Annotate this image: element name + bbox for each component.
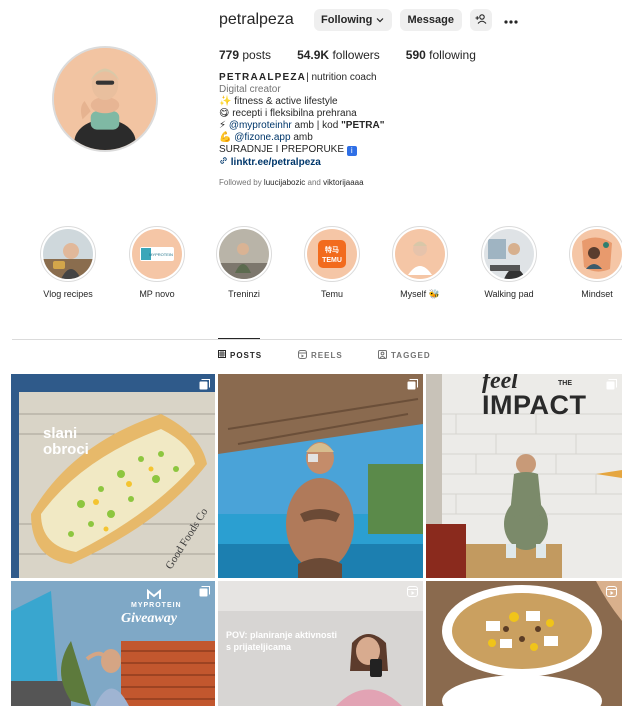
highlight-image: 特马 TEMU bbox=[307, 229, 357, 279]
stat-followers[interactable]: 54.9K followers bbox=[297, 48, 380, 62]
post-overlay-text: POV: planiranje aktivnosti s prijateljic… bbox=[226, 630, 338, 652]
lightning-icon: ⚡ bbox=[219, 120, 227, 131]
highlight-vlog-recipes[interactable]: Vlog recipes bbox=[28, 226, 108, 299]
post-item[interactable]: Cezar salata bbox=[426, 581, 622, 706]
bio-link-row[interactable]: linktr.ee/petralpeza bbox=[219, 156, 599, 169]
highlight-label: Treninzi bbox=[228, 289, 260, 299]
suggested-users-button[interactable] bbox=[469, 9, 492, 31]
profile-stats: 779 posts 54.9K followers 590 following bbox=[219, 48, 502, 62]
mention-fizone[interactable]: @fizone.app bbox=[234, 132, 290, 143]
grid-icon bbox=[218, 350, 226, 360]
highlight-image bbox=[572, 229, 622, 279]
more-dots-icon bbox=[504, 11, 518, 29]
highlight-mindset[interactable]: Mindset bbox=[557, 226, 622, 299]
tab-reels[interactable]: REELS bbox=[298, 350, 343, 361]
profile-tabs: POSTS REELS TAGGED bbox=[0, 350, 622, 364]
muscle-icon: 💪 bbox=[219, 132, 232, 143]
bio-line-4: 💪 @fizone.app amb bbox=[219, 132, 313, 143]
bio-name: PETRAALPEZA bbox=[219, 72, 307, 83]
mention-myprotein[interactable]: @myproteinhr bbox=[229, 120, 292, 131]
highlight-label: MP novo bbox=[139, 289, 175, 299]
post-overlay-text: IMPACT bbox=[482, 390, 587, 420]
highlight-image bbox=[395, 229, 445, 279]
bio-line-5: SURADNJE I PREPORUKE i bbox=[219, 144, 599, 156]
highlight-walking-pad[interactable]: Walking pad bbox=[469, 226, 549, 299]
highlight-label: Vlog recipes bbox=[43, 289, 93, 299]
bio-line-2: 😋 recepti i fleksibilna prehrana bbox=[219, 108, 357, 119]
stat-posts: 779 posts bbox=[219, 48, 272, 62]
highlight-image: MYPROTEIN bbox=[132, 229, 182, 279]
message-button[interactable]: Message bbox=[399, 9, 462, 31]
highlight-image bbox=[484, 229, 534, 279]
following-button[interactable]: Following bbox=[313, 9, 392, 31]
post-overlay-text: slani obroci bbox=[43, 425, 89, 458]
active-tab-indicator bbox=[218, 338, 260, 339]
more-options-button[interactable] bbox=[500, 9, 522, 31]
avatar-image bbox=[54, 48, 156, 150]
post-item[interactable]: Good Foods Co slani obroci bbox=[11, 374, 215, 578]
myprotein-logo-icon bbox=[147, 589, 161, 600]
highlight-myprotein-text: MYPROTEIN bbox=[149, 252, 173, 257]
followed-by[interactable]: Followed by luucijabozic and viktorijaaa… bbox=[219, 177, 599, 189]
sparkle-icon: ✨ bbox=[219, 96, 232, 107]
post-item[interactable]: feel THE IMPACT bbox=[426, 374, 622, 578]
bio-category: Digital creator bbox=[219, 84, 281, 95]
bio-title: | nutrition coach bbox=[306, 72, 377, 83]
bio-link[interactable]: linktr.ee/petralpeza bbox=[231, 157, 321, 168]
post-overlay-text: Giveaway bbox=[121, 611, 177, 626]
info-icon: i bbox=[346, 146, 357, 156]
post-item[interactable] bbox=[218, 374, 423, 578]
story-highlights: Vlog recipes MYPROTEIN MP novo Treninzi … bbox=[0, 226, 622, 306]
temu-text: TEMU bbox=[322, 257, 342, 264]
reel-icon bbox=[407, 586, 418, 597]
tab-tagged[interactable]: TAGGED bbox=[378, 350, 431, 361]
tag-person-icon bbox=[378, 350, 387, 361]
bio-line-1: ✨ fitness & active lifestyle bbox=[219, 96, 338, 107]
profile-avatar[interactable] bbox=[52, 46, 158, 152]
post-overlay-text: Cezar salata bbox=[482, 679, 558, 694]
reel-icon bbox=[606, 586, 617, 597]
carousel-icon bbox=[199, 379, 210, 390]
tabs-divider bbox=[12, 339, 622, 340]
carousel-icon bbox=[407, 379, 418, 390]
bio-name-line: PETRAALPEZA| nutrition coach bbox=[219, 72, 599, 84]
highlight-image bbox=[219, 229, 269, 279]
tab-posts[interactable]: POSTS bbox=[218, 350, 262, 360]
post-item[interactable]: POV: planiranje aktivnosti s prijateljic… bbox=[218, 581, 423, 706]
smiley-icon: 😋 bbox=[219, 108, 230, 119]
highlight-myself[interactable]: Myself 🐝 bbox=[380, 226, 460, 300]
following-label: Following bbox=[321, 14, 373, 26]
link-icon bbox=[219, 157, 231, 168]
highlight-mp-novo[interactable]: MYPROTEIN MP novo bbox=[117, 226, 197, 299]
highlight-image bbox=[43, 229, 93, 279]
profile-header-row: petralpeza Following Message bbox=[219, 8, 530, 32]
post-overlay-text: MYPROTEIN bbox=[131, 602, 182, 609]
profile-username: petralpeza bbox=[219, 11, 294, 28]
bio-line-3: ⚡ @myproteinhr amb | kod "PETRA" bbox=[219, 120, 385, 131]
reels-icon bbox=[298, 350, 307, 361]
stat-following[interactable]: 590 following bbox=[406, 48, 476, 62]
highlight-label: Temu bbox=[320, 289, 343, 299]
carousel-icon bbox=[606, 379, 617, 390]
temu-cn-text: 特马 bbox=[325, 245, 339, 254]
highlight-label: Walking pad bbox=[484, 289, 534, 299]
post-overlay-text: THE bbox=[558, 380, 572, 387]
carousel-icon bbox=[199, 586, 210, 597]
post-item[interactable]: MYPROTEIN Giveaway bbox=[11, 581, 215, 706]
highlight-label: Myself 🐝 bbox=[400, 289, 440, 299]
highlight-temu[interactable]: 特马 TEMU Temu bbox=[292, 226, 372, 299]
profile-bio: PETRAALPEZA| nutrition coach Digital cre… bbox=[219, 72, 599, 189]
highlight-treninzi[interactable]: Treninzi bbox=[204, 226, 284, 299]
highlight-label: Mindset bbox=[581, 289, 613, 299]
chevron-down-icon bbox=[376, 14, 384, 26]
add-user-icon bbox=[475, 13, 487, 27]
